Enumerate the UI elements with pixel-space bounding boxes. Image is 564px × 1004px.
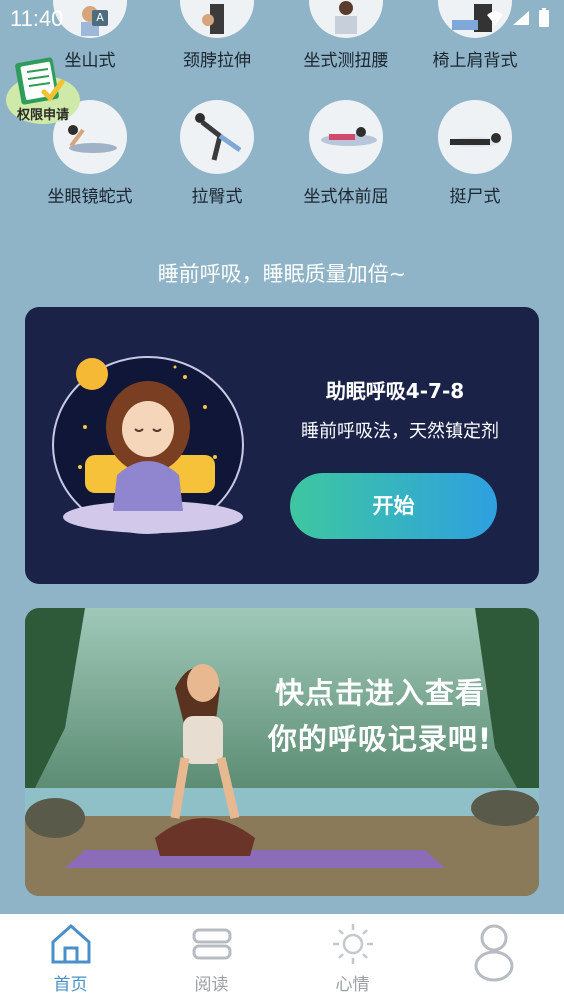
badge-label: 权限申请 (16, 108, 69, 123)
pose-label: 椅上肩背式 (432, 51, 518, 71)
breathing-card[interactable]: 助眠呼吸4-7-8 睡前呼吸法，天然镇定剂 开始 (25, 307, 539, 584)
book-icon (192, 928, 231, 960)
accessibility-icon: A (92, 10, 108, 26)
pose-label: 坐眼镜蛇式 (47, 187, 133, 207)
sun-icon (332, 924, 373, 964)
home-icon (51, 923, 90, 964)
battery-icon (539, 8, 549, 27)
tab-mood[interactable]: 心情 (282, 914, 423, 1004)
status-icons (486, 8, 550, 28)
bottom-tab-bar: 首页 阅读 心情 (0, 914, 564, 1004)
permission-badge[interactable]: 权限申请 (4, 54, 80, 126)
tab-reading[interactable]: 阅读 (141, 914, 282, 1004)
pose-label: 挺尸式 (449, 187, 501, 207)
tab-profile[interactable] (423, 914, 564, 1004)
start-button[interactable]: 开始 (290, 473, 497, 539)
breathing-title: 助眠呼吸4-7-8 (325, 379, 465, 403)
pose-item-corpse[interactable]: 挺尸式 (415, 100, 535, 207)
breathing-record-card[interactable]: 快点击进入查看 你的呼吸记录吧! (25, 608, 539, 896)
pose-label: 坐式测扭腰 (303, 51, 389, 71)
record-prompt-line1: 快点击进入查看 (274, 676, 485, 710)
tab-label: 心情 (335, 975, 370, 995)
pose-image (180, 100, 254, 174)
pose-item-forward-fold[interactable]: 坐式体前屈 (286, 100, 406, 207)
pose-label: 坐式体前屈 (303, 187, 389, 207)
tab-label: 首页 (53, 975, 88, 995)
record-prompt-line2: 你的呼吸记录吧! (267, 722, 493, 756)
signal-icon (513, 11, 529, 25)
pose-label: 拉臀式 (191, 187, 243, 207)
pose-label: 颈脖拉伸 (183, 51, 251, 71)
section-headline: 睡前呼吸，睡眠质量加倍~ (157, 262, 407, 286)
breathing-subtitle: 睡前呼吸法，天然镇定剂 (301, 421, 499, 442)
tab-label: 阅读 (194, 975, 229, 995)
wifi-icon (487, 11, 503, 25)
tab-home[interactable]: 首页 (0, 914, 141, 1004)
record-prompt-text: 快点击进入查看 你的呼吸记录吧! (235, 670, 525, 762)
profile-icon (474, 924, 513, 982)
sleeping-girl-illustration (52, 356, 244, 534)
status-time: 11:40 (10, 6, 64, 31)
status-bar: 11:40 A (0, 0, 564, 40)
pose-image (309, 100, 383, 174)
pose-image (438, 100, 512, 174)
pose-item-hip-stretch[interactable]: 拉臀式 (157, 100, 277, 207)
